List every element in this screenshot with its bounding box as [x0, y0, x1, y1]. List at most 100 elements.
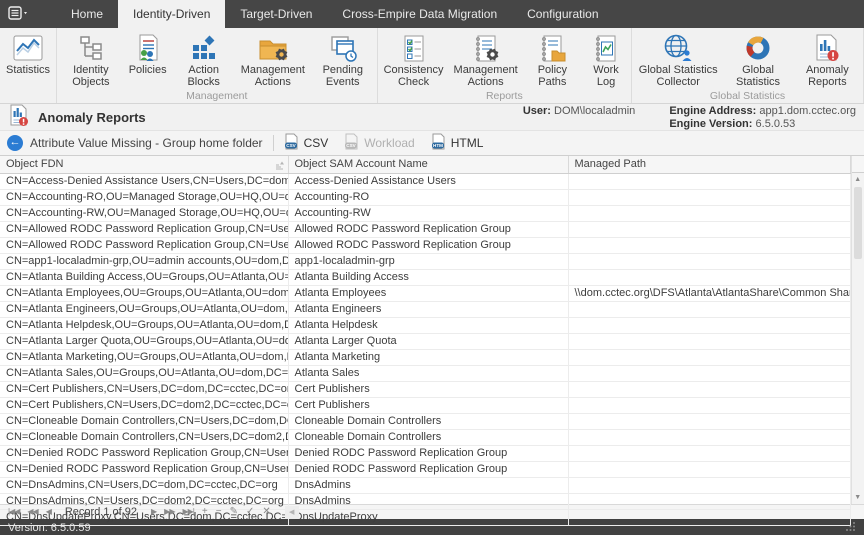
prior-page-button[interactable]: ◀◀	[23, 505, 41, 519]
object-fdn-cell: CN=Atlanta Sales,OU=Groups,OU=Atlanta,OU…	[0, 365, 288, 381]
report-name-label: Attribute Value Missing - Group home fol…	[30, 136, 263, 150]
workload-file-icon: CSV	[344, 133, 359, 153]
table-row[interactable]: CN=Cloneable Domain Controllers,CN=Users…	[0, 413, 850, 429]
table-row[interactable]: CN=app1-localadmin-grp,OU=admin accounts…	[0, 253, 850, 269]
object-fdn-cell: CN=Atlanta Larger Quota,OU=Groups,OU=Atl…	[0, 333, 288, 349]
managed-path-cell	[568, 253, 850, 269]
user-info: User: DOM\localadmin	[523, 105, 636, 117]
table-row[interactable]: CN=DnsAdmins,CN=Users,DC=dom,DC=cctec,DC…	[0, 477, 850, 493]
navigator-buttons-left: |◀◀◀◀◀	[4, 505, 55, 519]
column-header-managed-path[interactable]: Managed Path	[568, 156, 850, 173]
table-row[interactable]: CN=Atlanta Employees,OU=Groups,OU=Atlant…	[0, 285, 850, 301]
action-blocks-button[interactable]: Action Blocks	[172, 31, 236, 89]
table-row[interactable]: CN=Accounting-RW,OU=Managed Storage,OU=H…	[0, 205, 850, 221]
managed-path-cell	[568, 381, 850, 397]
managed-path-cell	[568, 349, 850, 365]
table-row[interactable]: CN=Cert Publishers,CN=Users,DC=dom2,DC=c…	[0, 397, 850, 413]
ribbon-button-label: Identity Objects	[63, 64, 119, 88]
work-log-button[interactable]: Work Log	[582, 31, 630, 89]
svg-text:CSV: CSV	[347, 143, 357, 148]
column-header-object-fdn[interactable]: Object FDN	[0, 156, 288, 173]
policy-paths-button[interactable]: Policy Paths	[523, 31, 582, 89]
delete-record-button[interactable]: −	[212, 505, 226, 519]
workload-button-label: Workload	[364, 136, 414, 150]
table-row[interactable]: CN=Accounting-RO,OU=Managed Storage,OU=H…	[0, 189, 850, 205]
hscroll-left-arrow-icon[interactable]: ◀	[285, 506, 299, 519]
next-page-button[interactable]: ▶▶	[160, 505, 178, 519]
tab-target-driven[interactable]: Target-Driven	[225, 0, 327, 28]
tab-identity-driven[interactable]: Identity-Driven	[118, 0, 225, 28]
tab-home[interactable]: Home	[56, 0, 118, 28]
application-menu-button[interactable]	[0, 0, 38, 28]
object-fdn-cell: CN=Denied RODC Password Replication Grou…	[0, 461, 288, 477]
ribbon-button-label: Anomaly Reports	[798, 64, 857, 88]
cancel-edit-button[interactable]: ✕	[258, 505, 274, 519]
management-actions-button[interactable]: Management Actions	[236, 31, 310, 89]
managed-path-cell	[568, 237, 850, 253]
object-fdn-cell: CN=Atlanta Helpdesk,OU=Groups,OU=Atlanta…	[0, 317, 288, 333]
table-row[interactable]: CN=Denied RODC Password Replication Grou…	[0, 461, 850, 477]
anomaly-reports-button[interactable]: Anomaly Reports	[793, 31, 862, 89]
management-actions-report-button[interactable]: Management Actions	[449, 31, 523, 89]
edit-record-button[interactable]: ✎	[226, 505, 242, 519]
pending-events-button[interactable]: Pending Events	[310, 31, 376, 89]
scrollbar-thumb[interactable]	[854, 187, 863, 259]
table-row[interactable]: CN=Atlanta Larger Quota,OU=Groups,OU=Atl…	[0, 333, 850, 349]
managed-path-cell	[568, 461, 850, 477]
sam-account-name-cell: Atlanta Engineers	[288, 301, 568, 317]
table-row[interactable]: CN=Atlanta Helpdesk,OU=Groups,OU=Atlanta…	[0, 317, 850, 333]
sam-account-name-cell: Atlanta Sales	[288, 365, 568, 381]
export-html-button[interactable]: HTM HTML	[431, 133, 484, 153]
sam-account-name-cell: Atlanta Employees	[288, 285, 568, 301]
tab-cross-empire-data-migration[interactable]: Cross-Empire Data Migration	[327, 0, 512, 28]
sam-account-name-cell: Atlanta Building Access	[288, 269, 568, 285]
scroll-down-arrow-icon[interactable]: ▼	[852, 491, 864, 504]
table-row[interactable]: CN=Atlanta Sales,OU=Groups,OU=Atlanta,OU…	[0, 365, 850, 381]
table-row[interactable]: CN=Allowed RODC Password Replication Gro…	[0, 237, 850, 253]
vertical-scrollbar[interactable]: ▲ ▼	[851, 156, 864, 504]
table-row[interactable]: CN=Cert Publishers,CN=Users,DC=dom,DC=cc…	[0, 381, 850, 397]
ribbon-button-label: Global Statistics	[728, 64, 787, 88]
global-statistics-icon	[744, 32, 772, 64]
resize-grip-icon[interactable]	[846, 521, 856, 534]
table-row[interactable]: CN=Atlanta Marketing,OU=Groups,OU=Atlant…	[0, 349, 850, 365]
policies-button[interactable]: Policies	[124, 31, 172, 77]
ribbon-group-label: Management	[58, 90, 376, 103]
back-button[interactable]: ← Attribute Value Missing - Group home f…	[7, 135, 263, 151]
global-statistics-collector-button[interactable]: Global Statistics Collector	[633, 31, 723, 89]
table-row[interactable]: CN=Cloneable Domain Controllers,CN=Users…	[0, 429, 850, 445]
statistics-button[interactable]: Statistics	[1, 31, 55, 77]
ribbon-button-label: Global Statistics Collector	[638, 64, 718, 88]
append-record-button[interactable]: +	[198, 505, 212, 519]
column-header-object-sam-account-name[interactable]: Object SAM Account Name	[288, 156, 568, 173]
scrollbar-track[interactable]	[852, 260, 864, 491]
table-row[interactable]: CN=Access-Denied Assistance Users,CN=Use…	[0, 173, 850, 189]
ribbon-button-label: Action Blocks	[177, 64, 231, 88]
object-fdn-cell: CN=Accounting-RO,OU=Managed Storage,OU=H…	[0, 189, 288, 205]
ribbon: Statistics Identity Objects	[0, 28, 864, 104]
consistency-check-button[interactable]: Consistency Check	[379, 31, 449, 89]
last-record-button[interactable]: ▶▶|	[178, 505, 197, 519]
post-edit-button[interactable]: ✓	[242, 505, 258, 519]
table-row[interactable]: CN=Allowed RODC Password Replication Gro…	[0, 221, 850, 237]
global-statistics-button[interactable]: Global Statistics	[723, 31, 792, 89]
next-record-button[interactable]: ▶	[147, 505, 160, 519]
table-row[interactable]: CN=Atlanta Engineers,OU=Groups,OU=Atlant…	[0, 301, 850, 317]
first-record-button[interactable]: |◀◀	[4, 505, 23, 519]
export-csv-button[interactable]: CSV CSV	[284, 133, 329, 153]
csv-file-icon: CSV	[284, 133, 299, 153]
tab-strip: HomeIdentity-DrivenTarget-DrivenCross-Em…	[56, 0, 614, 28]
export-workload-button[interactable]: CSV Workload	[344, 133, 414, 153]
identity-objects-button[interactable]: Identity Objects	[58, 31, 124, 89]
ribbon-group-label: Global Statistics	[633, 90, 862, 103]
table-row[interactable]: CN=Atlanta Building Access,OU=Groups,OU=…	[0, 269, 850, 285]
object-fdn-cell: CN=Allowed RODC Password Replication Gro…	[0, 221, 288, 237]
prior-record-button[interactable]: ◀	[42, 505, 55, 519]
scroll-up-arrow-icon[interactable]: ▲	[852, 173, 864, 186]
sam-account-name-cell: Access-Denied Assistance Users	[288, 173, 568, 189]
consistency-check-icon	[401, 32, 427, 64]
ribbon-group-label: Reports	[379, 90, 630, 103]
table-row[interactable]: CN=Denied RODC Password Replication Grou…	[0, 445, 850, 461]
ribbon-group-management: Identity Objects Policies	[57, 28, 378, 103]
tab-configuration[interactable]: Configuration	[512, 0, 613, 28]
